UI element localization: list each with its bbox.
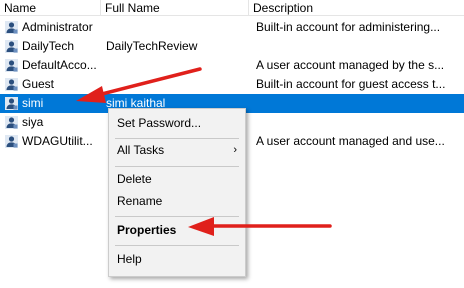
user-name: DailyTech (22, 39, 75, 53)
user-description (256, 113, 461, 132)
context-menu: Set Password... All Tasks › Delete Renam… (108, 108, 246, 277)
user-account-icon (5, 59, 18, 72)
menu-item-label: All Tasks (117, 143, 165, 157)
user-row-guest[interactable]: Guest Built-in account for guest access … (0, 75, 464, 94)
user-name: WDAGUtilit... (22, 134, 93, 148)
user-account-icon (5, 97, 18, 110)
column-header-name[interactable]: Name (0, 0, 101, 16)
menu-separator (115, 245, 239, 246)
user-full-name (106, 56, 249, 75)
menu-item-rename[interactable]: Rename (109, 190, 245, 212)
chevron-right-icon: › (233, 144, 237, 156)
user-name: DefaultAcco... (22, 58, 97, 72)
menu-item-properties[interactable]: Properties (109, 219, 245, 241)
user-account-icon (5, 40, 18, 53)
user-name: siya (22, 115, 44, 129)
user-description: Built-in account for guest access t... (256, 77, 446, 91)
user-name: Guest (22, 77, 55, 91)
column-header-full-name[interactable]: Full Name (101, 0, 249, 16)
menu-item-delete[interactable]: Delete (109, 168, 245, 190)
user-description (256, 94, 461, 113)
menu-separator (115, 166, 239, 167)
menu-item-set-password[interactable]: Set Password... (109, 112, 245, 134)
user-row-administrator[interactable]: Administrator Built-in account for admin… (0, 18, 464, 37)
user-account-icon (5, 21, 18, 34)
user-full-name (106, 75, 249, 94)
user-row-dailytech[interactable]: DailyTech DailyTechReview (0, 37, 464, 56)
user-name: simi (22, 96, 44, 110)
user-description (256, 37, 461, 56)
column-header-description[interactable]: Description (249, 0, 464, 16)
user-description: Built-in account for administering... (256, 20, 441, 34)
user-full-name: DailyTechReview (106, 39, 198, 53)
menu-item-all-tasks[interactable]: All Tasks › (109, 139, 245, 161)
user-account-icon (5, 78, 18, 91)
user-name: Administrator (22, 20, 93, 34)
menu-separator (115, 216, 239, 217)
user-account-icon (5, 116, 18, 129)
user-description: A user account managed by the s... (256, 58, 445, 72)
column-header-bar: Name Full Name Description (0, 0, 464, 16)
menu-item-help[interactable]: Help (109, 248, 245, 270)
user-row-defaultaccount[interactable]: DefaultAcco... A user account managed by… (0, 56, 464, 75)
user-description: A user account managed and use... (256, 134, 445, 148)
user-full-name (106, 18, 249, 37)
user-account-icon (5, 135, 18, 148)
